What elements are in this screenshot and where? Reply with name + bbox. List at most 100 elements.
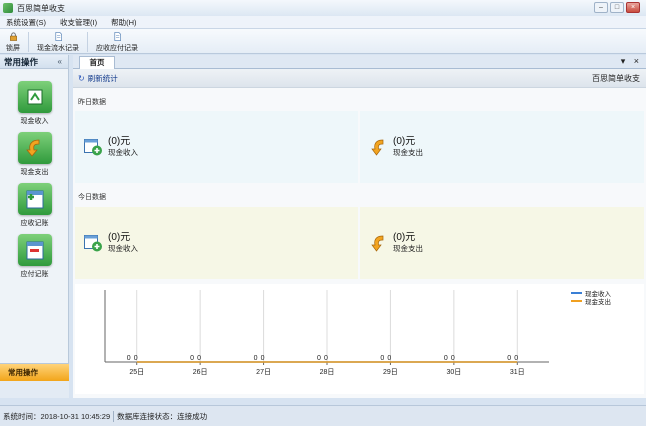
toolbar-separator <box>87 32 88 52</box>
expense-label: 现金支出 <box>393 148 423 157</box>
menu-income-expense[interactable]: 收支管理(I) <box>60 17 97 28</box>
window-title: 百思简单收支 <box>17 3 65 13</box>
sidebar-item-label: 应付记账 <box>20 271 49 278</box>
expense-amount: (0)元 <box>393 136 416 147</box>
receivable-icon <box>17 183 52 215</box>
toolbar: 锁屏 现金流水记录 应收应付记录 <box>0 29 646 54</box>
brand-label: 百思简单收支 <box>592 73 640 83</box>
minimize-button[interactable]: – <box>594 2 608 13</box>
sidebar-item-label: 应收记账 <box>20 220 49 227</box>
system-time: 系统时间：2018-10-31 10:45:29 <box>3 411 111 421</box>
chart-data-label: 0 <box>387 355 391 362</box>
sidebar-footer: 常用操作 <box>0 363 69 398</box>
chart-data-label: 0 <box>254 355 258 362</box>
sidebar-item-cash-income[interactable]: 现金收入 <box>0 81 69 126</box>
income-amount: (0)元 <box>108 232 131 243</box>
cash-flow-records-label: 现金流水记录 <box>37 45 79 52</box>
chart-data-label: 0 <box>507 355 511 362</box>
chart-data-label: 0 <box>190 355 194 362</box>
chart-data-label: 0 <box>134 355 138 362</box>
chart-x-tick-label: 27日 <box>256 368 271 376</box>
income-label: 现金收入 <box>108 148 138 157</box>
refresh-stats-button[interactable]: 刷新统计 <box>88 73 118 84</box>
cash-expense-icon <box>17 132 52 164</box>
payable-icon <box>17 234 52 266</box>
yesterday-expense-text: (0)元 现金支出 <box>393 136 423 158</box>
tab-controls[interactable]: ▾ × <box>621 56 642 67</box>
today-expense-text: (0)元 现金支出 <box>393 232 423 254</box>
expense-icon <box>371 139 384 156</box>
document-icon <box>54 32 62 41</box>
sidebar-header: 常用操作 « <box>0 55 68 69</box>
cash-flow-records-button[interactable]: 现金流水记录 <box>37 29 79 53</box>
today-income-card: (0)元 现金收入 <box>75 207 358 279</box>
yesterday-expense-card: (0)元 现金支出 <box>360 111 644 183</box>
home-content: ↻ 刷新统计 百思简单收支 昨日数据 (0)元 现金收入 (0)元 现金支出 今… <box>73 69 646 398</box>
income-label: 现金收入 <box>108 244 138 253</box>
tab-strip: 首页 ▾ × <box>73 55 646 69</box>
status-separator <box>113 410 115 422</box>
chart-data-label: 0 <box>324 355 328 362</box>
lock-icon <box>9 32 17 41</box>
title-bar: 百思简单收支 – □ × <box>0 0 646 16</box>
cash-flow-chart: 25日 26日 27日 28日 29日 30日 31日 0 0 0 0 0 0 0 0 0 0 0 0 0 0 现金收入… <box>75 284 644 394</box>
today-expense-card: (0)元 现金支出 <box>360 207 644 279</box>
db-connection-status: 数据库连接状态：连接成功 <box>117 411 208 421</box>
chart-data-label: 0 <box>127 355 131 362</box>
expense-icon <box>371 235 384 252</box>
chart-x-tick-label: 30日 <box>446 368 461 376</box>
window-controls: – □ × <box>594 2 640 13</box>
document-icon <box>113 32 121 41</box>
receivable-payable-records-label: 应收应付记录 <box>96 45 138 52</box>
sidebar: 常用操作 « 现金收入 现金支出 应收记账 应付记账 常用操作 <box>0 55 69 398</box>
income-icon <box>84 138 102 155</box>
menu-help[interactable]: 帮助(H) <box>111 17 136 28</box>
chart-legend: 现金收入 现金支出 <box>571 289 611 306</box>
sidebar-item-label: 现金支出 <box>20 169 49 176</box>
chart-x-tick-label: 25日 <box>129 368 144 376</box>
app-icon <box>3 3 13 13</box>
income-icon <box>84 234 102 251</box>
sidebar-item-cash-expense[interactable]: 现金支出 <box>0 132 69 177</box>
sidebar-item-label: 现金收入 <box>20 118 49 125</box>
yesterday-section-title: 昨日数据 <box>78 99 106 106</box>
sidebar-tab-common-operations[interactable]: 常用操作 <box>0 364 69 381</box>
lock-screen-button[interactable]: 锁屏 <box>6 29 20 53</box>
legend-swatch-expense <box>571 300 582 302</box>
sidebar-item-payable[interactable]: 应付记账 <box>0 234 69 279</box>
toolbar-separator <box>28 32 29 52</box>
income-amount: (0)元 <box>108 136 131 147</box>
maximize-button[interactable]: □ <box>610 2 624 13</box>
chart-data-label: 0 <box>514 355 518 362</box>
chart-data-label: 0 <box>317 355 321 362</box>
menu-system-settings[interactable]: 系统设置(S) <box>6 17 46 28</box>
chart-data-label: 0 <box>451 355 455 362</box>
expense-label: 现金支出 <box>393 244 423 253</box>
legend-swatch-income <box>571 292 582 294</box>
legend-label-expense: 现金支出 <box>585 299 611 306</box>
chart-data-label: 0 <box>197 355 201 362</box>
chart-data-label: 0 <box>444 355 448 362</box>
legend-item: 现金支出 <box>571 297 611 306</box>
receivable-payable-records-button[interactable]: 应收应付记录 <box>96 29 138 53</box>
cash-income-icon <box>17 81 52 113</box>
tab-home[interactable]: 首页 <box>79 56 115 69</box>
content-toolbar: ↻ 刷新统计 百思简单收支 <box>73 69 646 88</box>
lock-screen-label: 锁屏 <box>6 45 20 52</box>
collapse-icon[interactable]: « <box>58 57 62 66</box>
chart-x-tick-label: 26日 <box>193 368 208 376</box>
status-bar: 系统时间：2018-10-31 10:45:29 数据库连接状态：连接成功 <box>0 405 646 426</box>
close-button[interactable]: × <box>626 2 640 13</box>
today-income-text: (0)元 现金收入 <box>108 232 138 254</box>
yesterday-income-card: (0)元 现金收入 <box>75 111 358 183</box>
chart-svg: 25日 26日 27日 28日 29日 30日 31日0 0 0 0 0 0 00 0 0 0 0 0 0 <box>104 290 549 376</box>
chart-x-tick-label: 29日 <box>383 368 398 376</box>
expense-amount: (0)元 <box>393 232 416 243</box>
sidebar-item-receivable[interactable]: 应收记账 <box>0 183 69 228</box>
chart-x-tick-label: 28日 <box>320 368 335 376</box>
chart-data-label: 0 <box>380 355 384 362</box>
menu-bar: 系统设置(S) 收支管理(I) 帮助(H) <box>0 16 646 29</box>
chart-data-label: 0 <box>261 355 265 362</box>
refresh-icon: ↻ <box>78 73 85 83</box>
chart-x-tick-label: 31日 <box>510 368 525 376</box>
